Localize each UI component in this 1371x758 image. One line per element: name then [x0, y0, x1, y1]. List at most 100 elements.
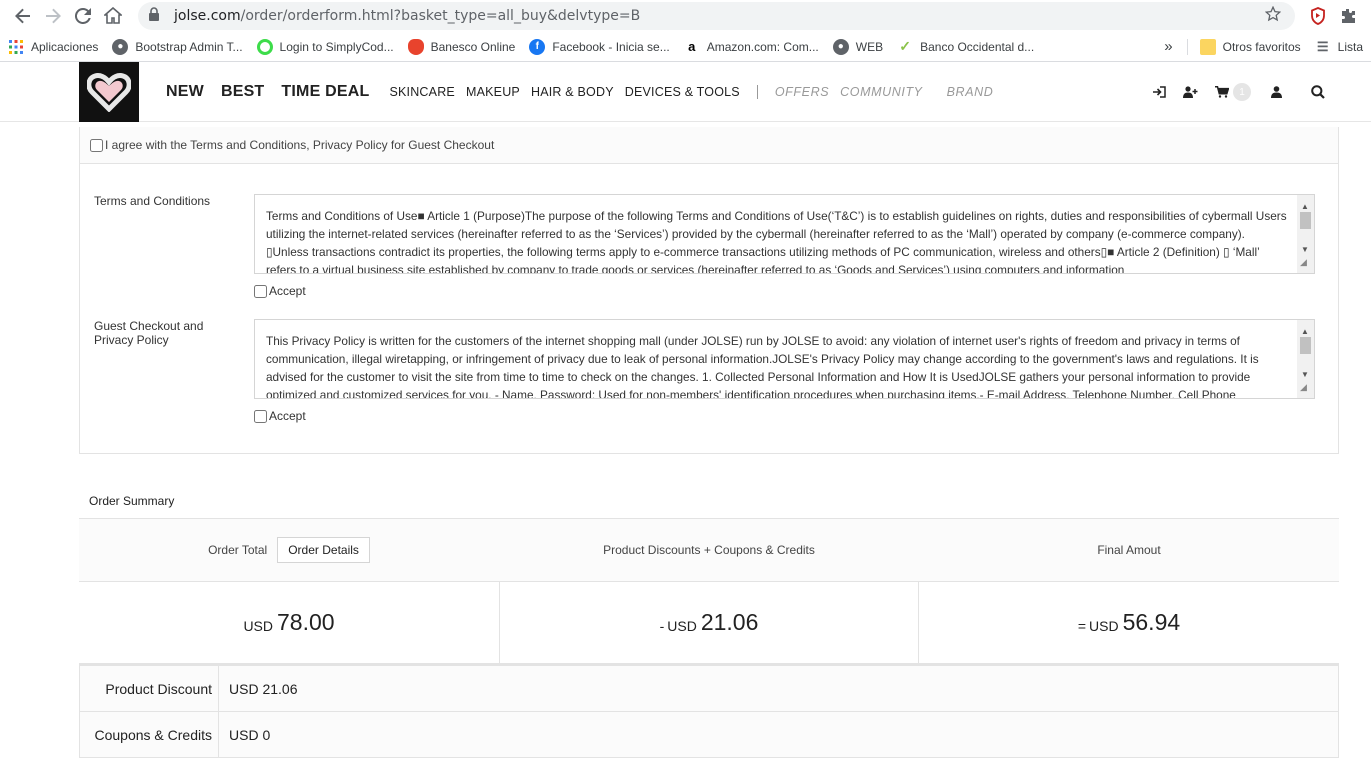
privacy-textarea[interactable]: This Privacy Policy is written for the c… [254, 319, 1315, 399]
reload-icon[interactable] [68, 1, 98, 31]
overflow-chevron-icon: » [1164, 38, 1173, 55]
bookmark-web[interactable]: ● WEB [832, 38, 884, 55]
bookmark-facebook[interactable]: f Facebook - Inicia se... [529, 38, 670, 55]
reading-list-icon: ☰ [1316, 38, 1329, 54]
currency-label: USD [1089, 617, 1119, 634]
scroll-thumb[interactable] [1300, 212, 1311, 229]
product-discount-value: USD 21.06 [229, 680, 298, 697]
order-total-amount: 78.00 [277, 609, 335, 635]
puzzle-extension-icon[interactable] [1333, 1, 1363, 31]
my-account-icon[interactable] [1261, 86, 1292, 98]
final-prefix: = [1077, 617, 1087, 634]
facebook-icon: f [529, 38, 546, 55]
terms-scrollbar[interactable]: ▲ ▼ ◢ [1297, 195, 1314, 273]
nav-brand[interactable]: BRAND [947, 85, 994, 99]
reading-list-button[interactable]: ☰ Lista [1315, 39, 1363, 55]
discount-total-amount: 21.06 [700, 609, 759, 635]
order-details-button[interactable]: Order Details [277, 537, 370, 563]
bookmark-apps[interactable]: Aplicaciones [8, 39, 98, 55]
bookmark-label: Login to SimplyCod... [279, 39, 394, 54]
bookmark-label: WEB [855, 39, 884, 54]
table-row: Product Discount USD 21.06 [80, 666, 1338, 712]
product-discount-label: Product Discount [80, 666, 219, 711]
summary-values-row: USD 78.00 - USD 21.06 = USD 56.94 [79, 582, 1339, 666]
join-user-plus-icon[interactable] [1175, 86, 1206, 98]
nav-new[interactable]: NEW [166, 83, 204, 101]
privacy-label: Guest Checkout and Privacy Policy [94, 319, 204, 347]
login-icon[interactable] [1144, 86, 1175, 98]
terms-accept[interactable]: Accept [254, 284, 306, 298]
order-total-label: Order Total [208, 543, 268, 557]
agreement-section: I agree with the Terms and Conditions, P… [79, 127, 1339, 454]
discount-prefix: - [659, 617, 665, 634]
nav-offers[interactable]: OFFERS [775, 85, 829, 99]
search-icon[interactable] [1302, 85, 1333, 99]
final-total-amount: 56.94 [1122, 609, 1181, 635]
url-path: /order/orderform.html?basket_type=all_bu… [240, 8, 641, 24]
globe-icon: ● [832, 38, 849, 55]
bookmark-label: Banco Occidental d... [920, 39, 1035, 54]
agree-all-checkbox[interactable] [90, 138, 103, 152]
coupons-credits-value: USD 0 [229, 726, 271, 743]
bookmark-simplycode[interactable]: Login to SimplyCod... [256, 38, 394, 55]
bookmark-label: Aplicaciones [31, 39, 99, 54]
banesco-icon [407, 38, 424, 55]
site-header: NEW BEST TIME DEAL SKINCARE MAKEUP HAIR … [0, 62, 1371, 122]
bookmark-label: Bootstrap Admin T... [135, 39, 243, 54]
terms-label: Terms and Conditions [94, 194, 211, 208]
resize-grip-icon[interactable]: ◢ [1300, 378, 1307, 396]
nav-time-deal[interactable]: TIME DEAL [281, 83, 369, 101]
nav-devices-tools[interactable]: DEVICES & TOOLS [625, 85, 740, 99]
forward-arrow-icon[interactable] [38, 1, 68, 31]
nav-skincare[interactable]: SKINCARE [389, 85, 455, 99]
simplycode-icon [256, 38, 273, 55]
nav-makeup[interactable]: MAKEUP [466, 85, 520, 99]
browser-toolbar: jolse.com/order/orderform.html?basket_ty… [0, 0, 1371, 32]
terms-accept-checkbox[interactable] [254, 284, 267, 298]
bookmark-bootstrap-admin[interactable]: ● Bootstrap Admin T... [112, 38, 243, 55]
bookmark-amazon[interactable]: a Amazon.com: Com... [683, 38, 819, 55]
nav-divider [756, 85, 758, 99]
discounts-header: Product Discounts + Coupons & Credits [603, 543, 815, 557]
other-favorites-label: Otros favoritos [1222, 39, 1301, 54]
final-amount-header: Final Amout [1097, 543, 1161, 557]
bookmark-banco-occidental[interactable]: ✓ Banco Occidental d... [897, 38, 1035, 55]
star-icon[interactable] [1264, 5, 1285, 27]
bookmarks-overflow-button[interactable]: » [1164, 38, 1172, 55]
currency-label: USD [243, 617, 273, 634]
bod-icon: ✓ [897, 38, 914, 55]
order-total-header: Order Total Order Details [79, 519, 499, 581]
privacy-accept[interactable]: Accept [254, 409, 306, 423]
address-bar[interactable]: jolse.com/order/orderform.html?basket_ty… [138, 2, 1295, 30]
url-host: jolse.com [174, 8, 241, 24]
coupons-credits-label: Coupons & Credits [80, 712, 219, 757]
privacy-accept-checkbox[interactable] [254, 409, 267, 423]
terms-textarea[interactable]: Terms and Conditions of Use■ Article 1 (… [254, 194, 1315, 274]
home-icon[interactable] [98, 1, 128, 31]
folder-icon [1199, 38, 1216, 55]
privacy-text: This Privacy Policy is written for the c… [266, 334, 1259, 399]
order-total-value: USD 78.00 [79, 582, 499, 663]
table-row: Coupons & Credits USD 0 [80, 712, 1338, 758]
currency-label: USD [667, 617, 697, 634]
header-utilities: 1 [1144, 62, 1333, 122]
heart-logo-icon [87, 73, 131, 112]
bookmark-banesco[interactable]: Banesco Online [407, 38, 515, 55]
order-summary-title: Order Summary [89, 494, 175, 508]
other-favorites-folder[interactable]: Otros favoritos [1186, 38, 1301, 55]
privacy-scrollbar[interactable]: ▲ ▼ ◢ [1297, 320, 1314, 398]
agree-all-row: I agree with the Terms and Conditions, P… [80, 127, 1338, 164]
resize-grip-icon[interactable]: ◢ [1300, 253, 1307, 271]
cart-count-badge: 1 [1233, 83, 1251, 101]
nav-best[interactable]: BEST [221, 83, 264, 101]
back-arrow-icon[interactable] [8, 1, 38, 31]
terms-text: Terms and Conditions of Use■ Article 1 (… [266, 209, 1287, 274]
jolse-logo[interactable] [79, 62, 139, 122]
nav-hair-body[interactable]: HAIR & BODY [531, 85, 614, 99]
shield-extension-icon[interactable] [1303, 1, 1333, 31]
discount-total-value: - USD 21.06 [499, 582, 919, 663]
agree-all-label: I agree with the Terms and Conditions, P… [105, 138, 495, 152]
nav-community[interactable]: COMMUNITY [840, 85, 922, 99]
globe-icon: ● [112, 38, 129, 55]
scroll-thumb[interactable] [1300, 337, 1311, 354]
